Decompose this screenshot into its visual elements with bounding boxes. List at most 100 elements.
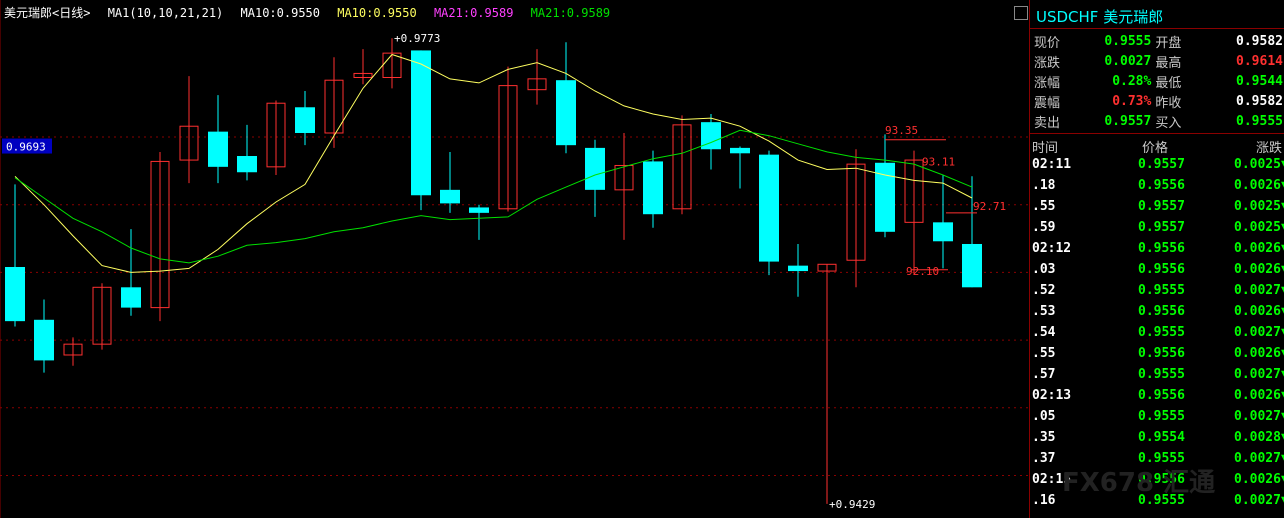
tick-change: 0.0027▼ [1234,451,1284,466]
tick-time: .59 [1032,220,1056,235]
tick-price: 0.9556 [1138,178,1185,193]
quote-value: 0.28% [1112,73,1152,89]
ma10-line [14,53,973,273]
tick-time: .52 [1032,283,1056,298]
tick-change: 0.0027▼ [1234,493,1284,508]
tick-change: 0.0027▼ [1234,367,1284,382]
tick-time: 02:13 [1032,388,1072,403]
annotation-label: 93.35 [885,124,918,137]
candle-body [440,189,460,204]
tick-change: 0.0026▼ [1234,346,1284,361]
tick-row: 02:13 0.9556 0.0026▼ [1032,388,1284,409]
tick-time: 02:12 [1032,241,1072,256]
candlestick-chart[interactable]: 0.9693 +0.9773 +0.9429 93.35 93.11 92.71 92.10… [0,0,1028,518]
candle-body [933,222,953,242]
candle-body [5,267,25,322]
tick-price: 0.9557 [1138,199,1185,214]
candle-body [237,156,257,173]
ma21-value-magenta: MA21:0.9589 [433,6,514,20]
quote-label: 卖出 [1034,115,1061,131]
annotation-label: 92.71 [973,200,1006,213]
price-tag-label: 0.9693 [6,141,46,154]
quote-label: 昨收 [1155,95,1182,111]
quote-value: 0.0027 [1104,53,1152,69]
tick-time: .54 [1032,325,1056,340]
tick-time: .35 [1032,430,1056,445]
chart-canvas: 0.9693 +0.9773 +0.9429 93.35 93.11 92.71 92.10 [0,0,1028,518]
quote-row: 涨跌 0.0027 最高 0.9614 [1032,51,1284,71]
tick-change-header: 涨跌 [1255,141,1282,156]
candle-body [469,207,489,213]
ma21-line [14,129,973,264]
quote-label: 最低 [1155,75,1182,91]
tick-price: 0.9556 [1138,304,1185,319]
tick-price: 0.9557 [1138,220,1185,235]
symbol-name: 美元瑞郎 [1103,8,1164,26]
tick-row: .53 0.9556 0.0026▼ [1032,304,1284,325]
tick-change: 0.0028▼ [1234,430,1284,445]
candle-body [556,80,576,146]
panel-title: USDCHF 美元瑞郎 [1036,6,1163,27]
tick-price: 0.9554 [1138,430,1185,445]
tick-time-header: 时间 [1032,141,1059,156]
candle-body [759,154,779,262]
tick-time: .18 [1032,178,1056,193]
tick-change: 0.0025▼ [1234,157,1284,172]
quote-label: 最高 [1155,55,1182,71]
quote-label: 现价 [1034,35,1061,51]
tick-change: 0.0026▼ [1234,262,1284,277]
tick-price-header: 价格 [1142,141,1169,156]
tick-price: 0.9555 [1138,367,1185,382]
annotation-label: 93.11 [922,155,955,168]
tick-row: .57 0.9555 0.0027▼ [1032,367,1284,388]
ma10-value-white: MA10:0.9550 [240,6,320,20]
quote-value: 0.9582 [1236,93,1283,109]
tick-time: .03 [1032,262,1056,277]
tick-price: 0.9555 [1138,325,1185,340]
tick-row: .03 0.9556 0.0026▼ [1032,262,1284,283]
tick-price: 0.9556 [1138,346,1185,361]
candle-body [962,243,982,288]
tick-row: .55 0.9556 0.0026▼ [1032,346,1284,367]
tick-price: 0.9555 [1138,409,1185,424]
tick-row: .54 0.9555 0.0027▼ [1032,325,1284,346]
chart-header: 美元瑞郎<日线> MA1(10,10,21,21) MA10:0.9550 MA… [4,4,620,21]
tick-change: 0.0025▼ [1234,199,1284,214]
tick-change: 0.0026▼ [1234,241,1284,256]
tick-change: 0.0026▼ [1234,178,1284,193]
tick-time: .05 [1032,409,1056,424]
tick-row: 02:11 0.9557 0.0025▼ [1032,157,1284,178]
symbol-code: USDCHF [1036,8,1099,26]
quote-value: 0.9557 [1104,113,1152,129]
tick-change: 0.0026▼ [1234,388,1284,403]
tick-time: .16 [1032,493,1056,508]
quote-table: 现价 0.9555 开盘 0.9582 涨跌 0.0027 最高 0.9614 涨幅 0.28% 最… [1032,31,1284,131]
tick-change: 0.0025▼ [1234,220,1284,235]
ma21-value: MA21:0.9589 [530,6,611,20]
tick-change: 0.0027▼ [1234,283,1284,298]
panel-toggle-icon[interactable] [1014,6,1028,20]
tick-time: .55 [1032,346,1056,361]
tick-price: 0.9556 [1138,388,1185,403]
candle-body [411,50,431,196]
tick-price: 0.9555 [1138,283,1185,298]
candle-body [730,147,750,154]
quote-label: 买入 [1155,115,1182,131]
quote-row: 震幅 0.73% 昨收 0.9582 [1032,91,1284,111]
instrument-name: 美元瑞郎<日线> [4,6,91,20]
tick-change: 0.0026▼ [1234,472,1284,487]
quote-row: 卖出 0.9557 买入 0.9555 [1032,111,1284,131]
quote-label: 涨跌 [1034,55,1061,71]
quote-label: 开盘 [1155,35,1182,51]
tick-row: .59 0.9557 0.0025▼ [1032,220,1284,241]
tick-row: .35 0.9554 0.0028▼ [1032,430,1284,451]
tick-price: 0.9556 [1138,262,1185,277]
low-label: +0.9429 [829,498,875,511]
tick-time: 02:11 [1032,157,1072,172]
quote-row: 涨幅 0.28% 最低 0.9544 [1032,71,1284,91]
tick-row: 02:12 0.9556 0.0026▼ [1032,241,1284,262]
quote-value: 0.9544 [1236,73,1283,89]
tick-time: .57 [1032,367,1056,382]
candle-body [585,147,605,190]
candle-body [34,319,54,361]
